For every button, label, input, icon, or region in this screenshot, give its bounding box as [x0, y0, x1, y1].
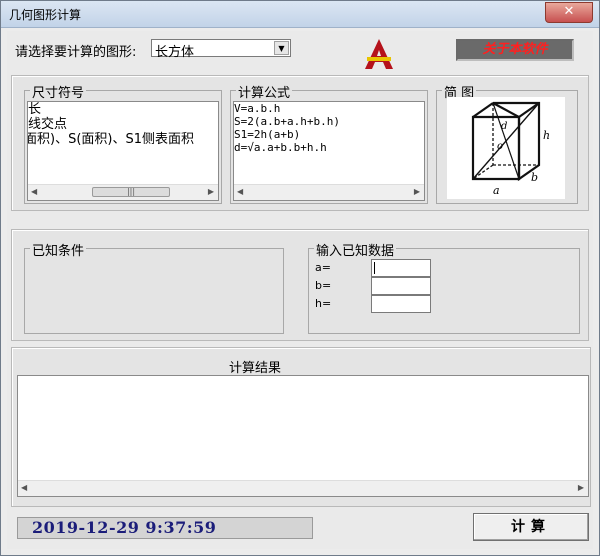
- scroll-right-icon[interactable]: ▶: [414, 187, 420, 196]
- symbols-scrollbar[interactable]: ◀ ||| ▶: [28, 184, 218, 200]
- formula-title: 计算公式: [236, 82, 293, 101]
- input-a[interactable]: [371, 259, 431, 277]
- result-title: 计算结果: [229, 361, 282, 376]
- scroll-left-icon[interactable]: ◀: [21, 483, 27, 492]
- scroll-thumb[interactable]: |||: [92, 187, 170, 197]
- symbols-line: 线交点: [28, 117, 68, 132]
- clock-display: 2019-12-29 9:37:59: [17, 517, 313, 539]
- scroll-right-icon[interactable]: ▶: [578, 483, 584, 492]
- diagram-label-b: b: [531, 171, 538, 184]
- input-data-group: 输入已知数据 a= b= h=: [308, 240, 580, 334]
- known-group: 已知条件: [24, 240, 284, 334]
- symbols-line: 面积)、S(面积)、S1侧表面积: [27, 132, 194, 147]
- client-area: 请选择要计算的图形: 长方体 ▼ 关于本软件 尺寸符号 长 线交点 面积)、S(…: [7, 31, 593, 549]
- formula-list[interactable]: V=a.b.h S=2(a.b+a.h+b.h) S1=2h(a+b) d=√a…: [233, 101, 425, 201]
- shape-select[interactable]: 长方体 ▼: [151, 39, 291, 60]
- close-icon: ✕: [563, 4, 575, 19]
- symbols-line: 长: [28, 102, 42, 117]
- close-button[interactable]: ✕: [545, 2, 593, 23]
- title-bar[interactable]: 几何图形计算 ✕: [1, 1, 599, 28]
- formula-line: d=√a.a+b.b+h.h: [234, 141, 327, 154]
- input-panel: 已知条件 输入已知数据 a= b= h=: [11, 229, 589, 341]
- formula-line: V=a.b.h: [234, 102, 281, 115]
- result-scrollbar[interactable]: ◀ ▶: [18, 480, 588, 496]
- about-button[interactable]: 关于本软件: [456, 39, 574, 61]
- chevron-down-icon[interactable]: ▼: [274, 41, 289, 55]
- shape-select-label: 请选择要计算的图形:: [15, 45, 137, 60]
- scroll-right-icon[interactable]: ▶: [208, 187, 214, 196]
- diagram-label-h: h: [543, 129, 550, 142]
- field-label-h: h=: [315, 297, 332, 310]
- formula-group: 计算公式 V=a.b.h S=2(a.b+a.h+b.h) S1=2h(a+b)…: [230, 82, 428, 204]
- shape-select-value: 长方体: [155, 45, 195, 60]
- logo-icon: [365, 39, 393, 69]
- formula-line: S=2(a.b+a.h+b.h): [234, 115, 340, 128]
- app-window: 几何图形计算 ✕ 请选择要计算的图形: 长方体 ▼ 关于本软件 尺寸符号 长 线…: [0, 0, 600, 556]
- field-label-b: b=: [315, 279, 332, 292]
- formula-line: S1=2h(a+b): [234, 128, 301, 141]
- diagram-label-d: d: [501, 121, 507, 132]
- symbols-title: 尺寸符号: [30, 82, 87, 101]
- result-output[interactable]: ◀ ▶: [17, 375, 589, 497]
- diagram-group: 简 图 h b a o d: [436, 82, 578, 204]
- scroll-left-icon[interactable]: ◀: [31, 187, 37, 196]
- diagram-label-a: a: [493, 184, 500, 197]
- text-cursor: [374, 262, 375, 274]
- info-panel: 尺寸符号 长 线交点 面积)、S(面积)、S1侧表面积 ◀ ||| ▶ 计算公式…: [11, 75, 589, 211]
- symbols-list[interactable]: 长 线交点 面积)、S(面积)、S1侧表面积 ◀ ||| ▶: [27, 101, 219, 201]
- cuboid-diagram: h b a o d: [447, 97, 565, 199]
- window-title: 几何图形计算: [9, 8, 82, 22]
- known-title: 已知条件: [30, 240, 87, 259]
- input-data-title: 输入已知数据: [314, 240, 397, 259]
- input-h[interactable]: [371, 295, 431, 313]
- symbols-group: 尺寸符号 长 线交点 面积)、S(面积)、S1侧表面积 ◀ ||| ▶: [24, 82, 222, 204]
- cuboid-icon: h b a o d: [471, 101, 550, 197]
- formula-scrollbar[interactable]: ◀ ▶: [234, 184, 424, 200]
- scroll-left-icon[interactable]: ◀: [237, 187, 243, 196]
- calculate-button[interactable]: 计算: [473, 513, 589, 541]
- field-label-a: a=: [315, 261, 331, 274]
- diagram-label-o: o: [497, 141, 503, 152]
- input-b[interactable]: [371, 277, 431, 295]
